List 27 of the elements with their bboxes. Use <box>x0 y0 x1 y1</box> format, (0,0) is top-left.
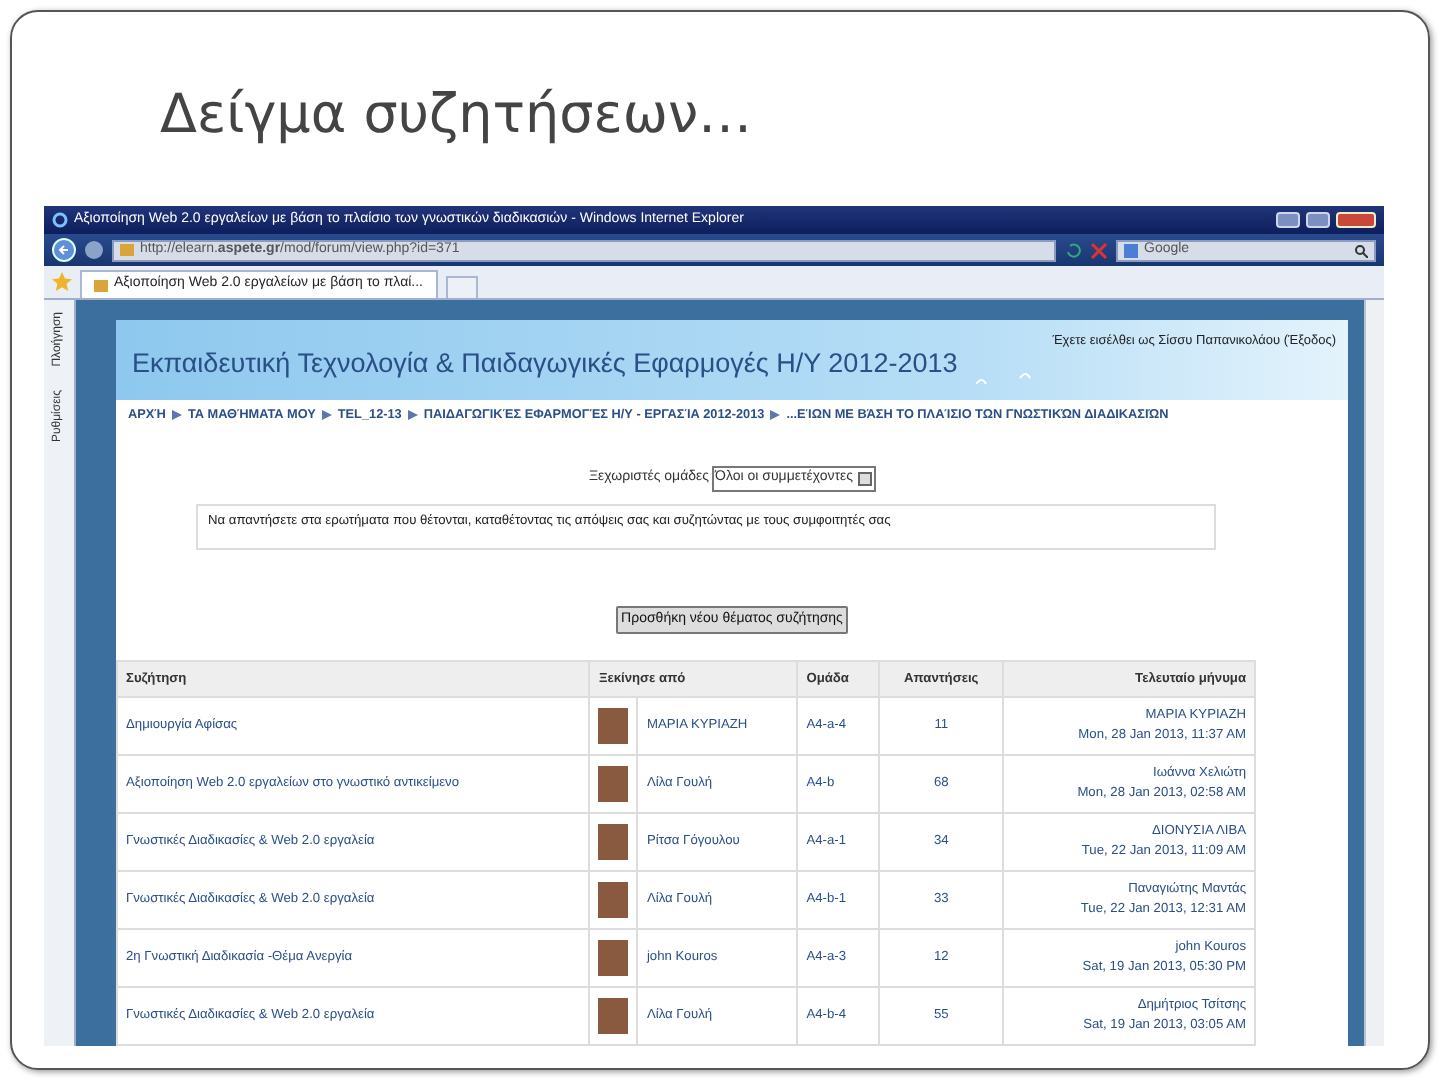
page-icon <box>94 279 108 291</box>
avatar-placeholder <box>598 998 629 1034</box>
close-button[interactable] <box>1336 212 1376 228</box>
star-icon[interactable] <box>52 272 72 292</box>
avatar-placeholder <box>598 708 629 744</box>
search-icon <box>1354 243 1368 257</box>
search-engine-icon <box>1124 243 1138 257</box>
minimize-button[interactable] <box>1276 212 1300 228</box>
page-icon <box>120 244 134 256</box>
slide-title: Δείγμα συζητήσεων… <box>160 82 753 150</box>
avatar-placeholder <box>598 940 629 976</box>
breadcrumb-arrow-icon <box>407 410 418 420</box>
breadcrumb-arrow-icon <box>171 410 182 420</box>
scrollbar[interactable] <box>1364 300 1384 1046</box>
avatar-placeholder <box>598 882 629 918</box>
refresh-button[interactable] <box>1064 241 1082 259</box>
avatar-placeholder <box>598 824 629 860</box>
avatar-placeholder <box>598 766 629 802</box>
browser-logo-icon <box>52 212 68 228</box>
forward-button[interactable] <box>84 240 104 260</box>
course-title: Εκπαιδευτική Τεχνολογία & Παιδαγωγικές Εφαρμογές Η/Υ 2012-2013 <box>132 345 958 382</box>
stop-button[interactable] <box>1090 241 1108 259</box>
back-button[interactable] <box>52 238 76 262</box>
breadcrumb-arrow-icon <box>770 410 781 420</box>
maximize-button[interactable] <box>1306 212 1330 228</box>
breadcrumb-arrow-icon <box>321 410 332 420</box>
birds-drawing <box>976 368 1036 388</box>
